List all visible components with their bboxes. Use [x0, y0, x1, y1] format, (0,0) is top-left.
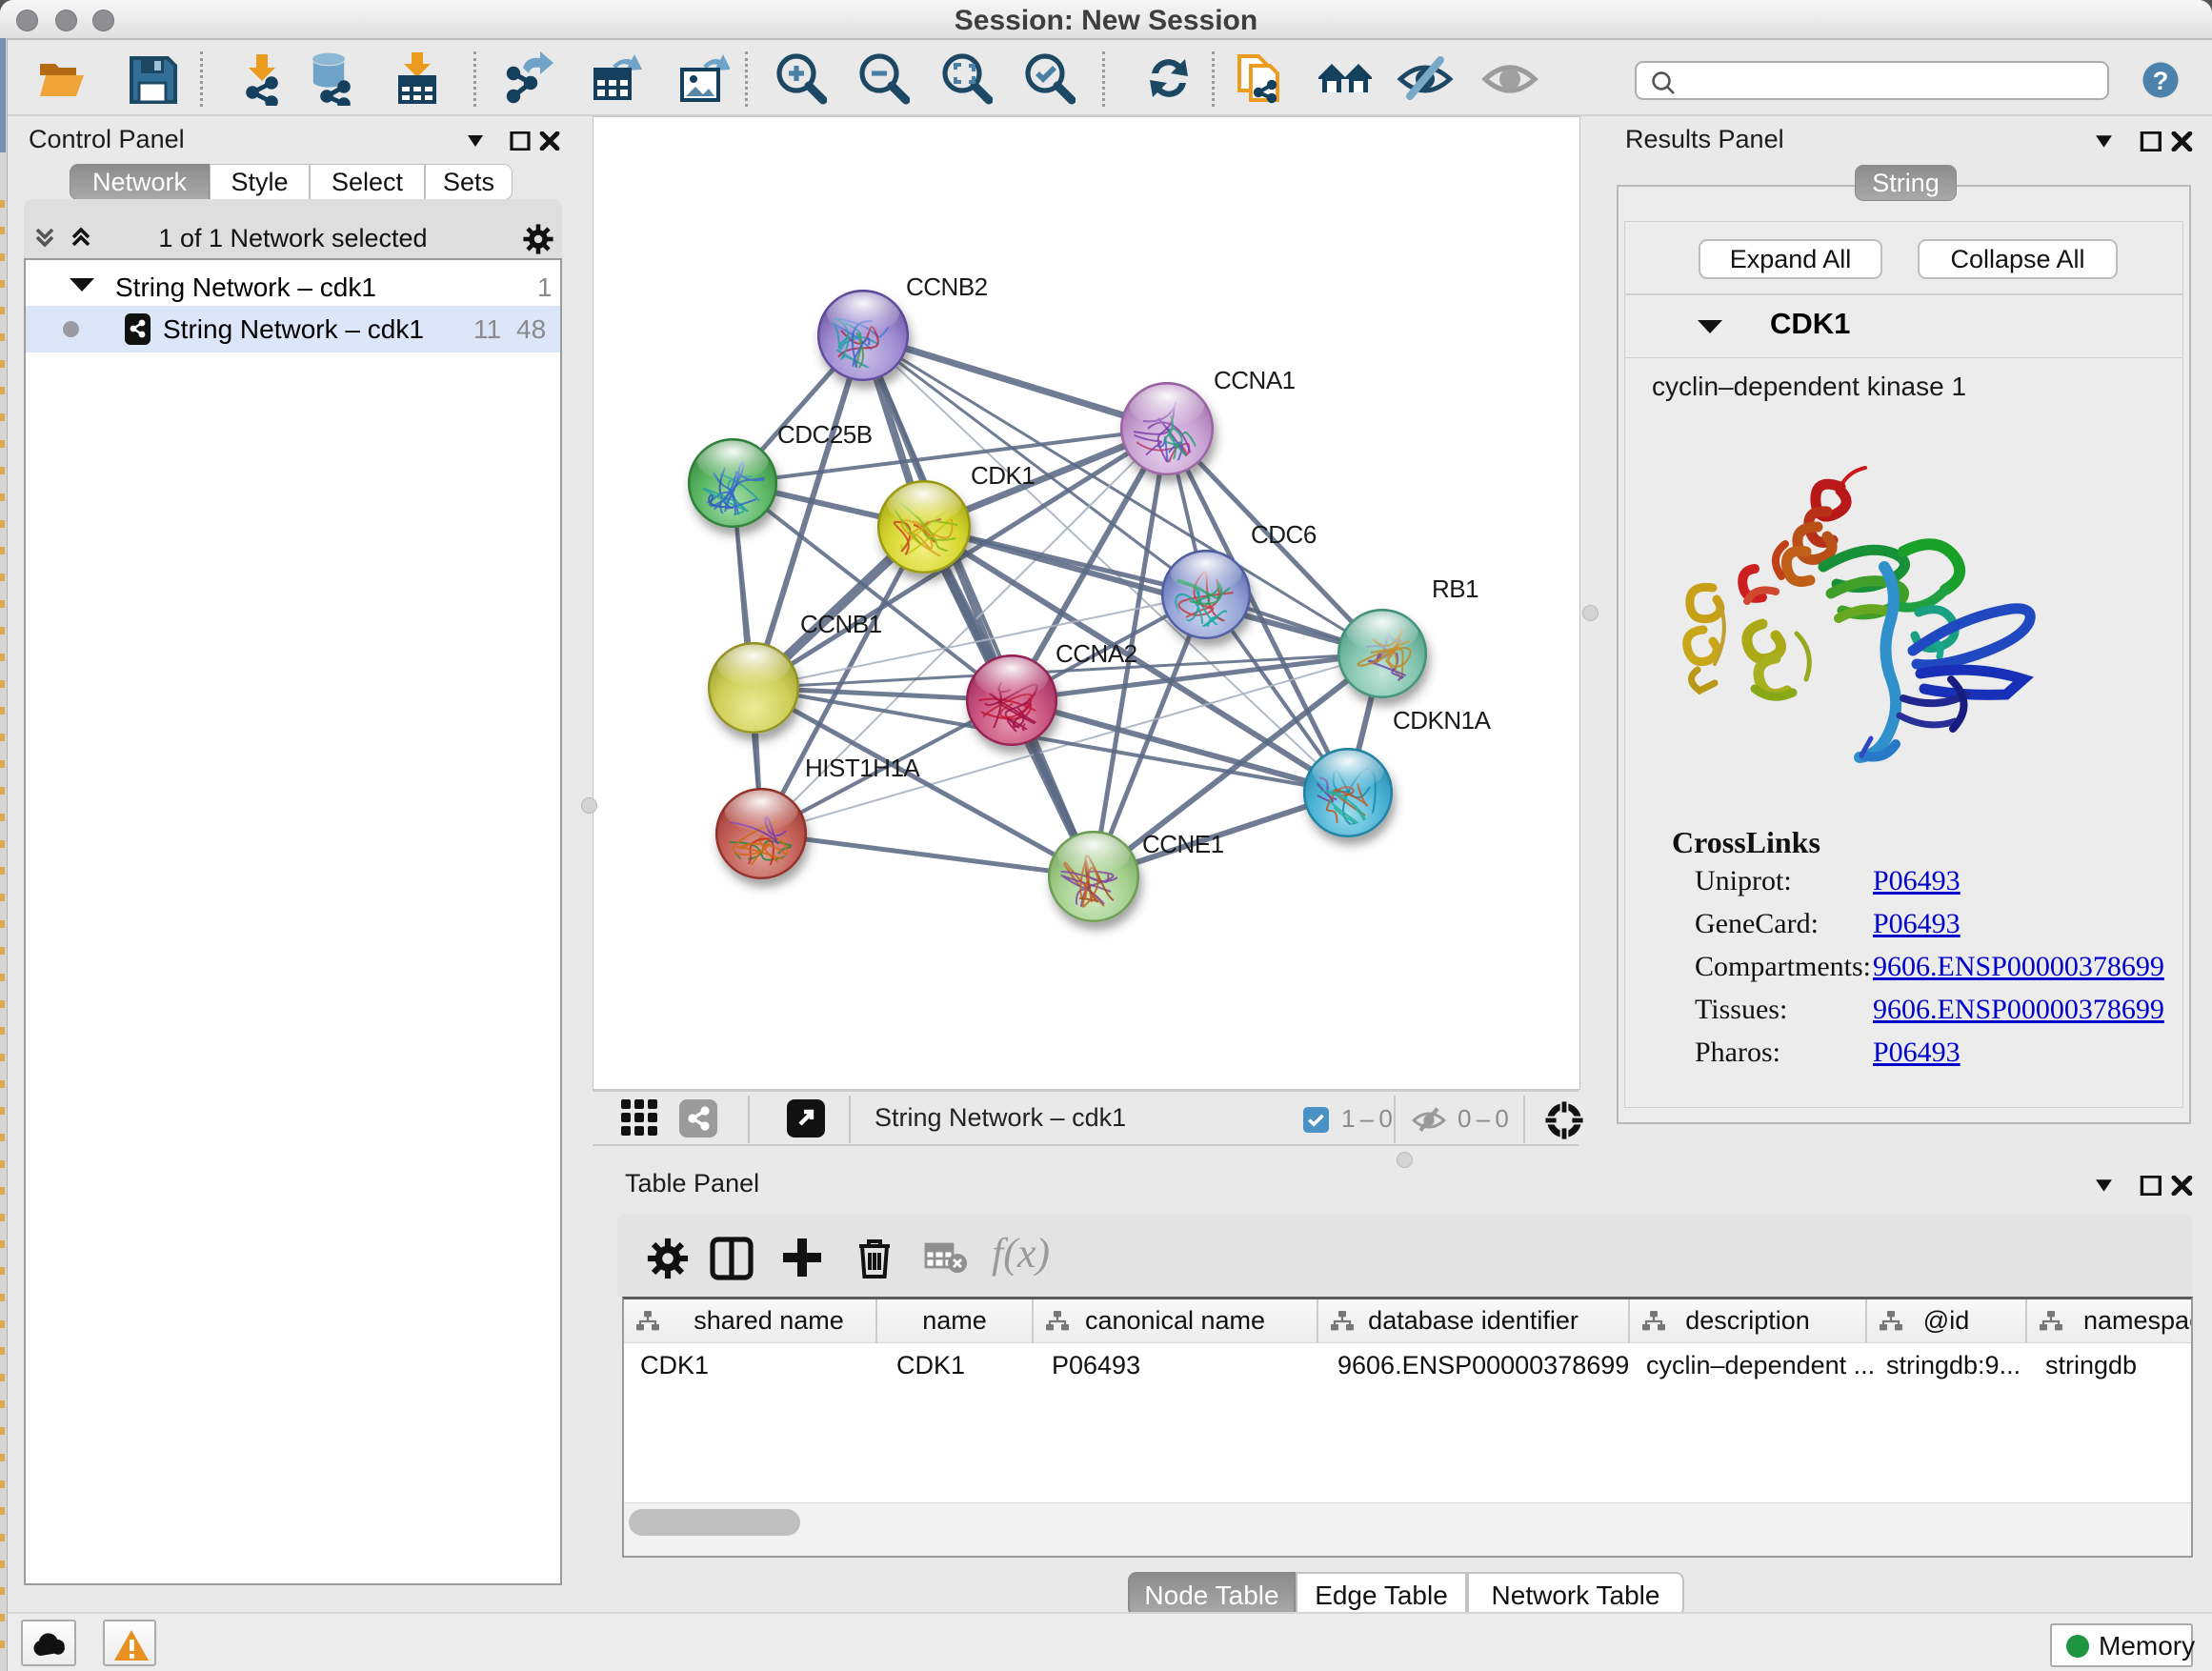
svg-text:CDK1: CDK1: [971, 461, 1035, 490]
svg-text:CCNE1: CCNE1: [1142, 830, 1224, 858]
svg-text:CCNA2: CCNA2: [1056, 639, 1137, 668]
svg-text:CDC6: CDC6: [1251, 520, 1317, 549]
svg-text:CCNA1: CCNA1: [1214, 366, 1296, 394]
svg-text:HIST1H1A: HIST1H1A: [805, 754, 920, 782]
svg-text:CCNB2: CCNB2: [906, 272, 988, 301]
svg-text:RB1: RB1: [1432, 574, 1478, 603]
svg-text:CDC25B: CDC25B: [777, 420, 873, 449]
svg-text:?: ?: [2153, 66, 2169, 95]
svg-text:CCNB1: CCNB1: [800, 610, 882, 638]
svg-text:CDKN1A: CDKN1A: [1393, 706, 1492, 735]
